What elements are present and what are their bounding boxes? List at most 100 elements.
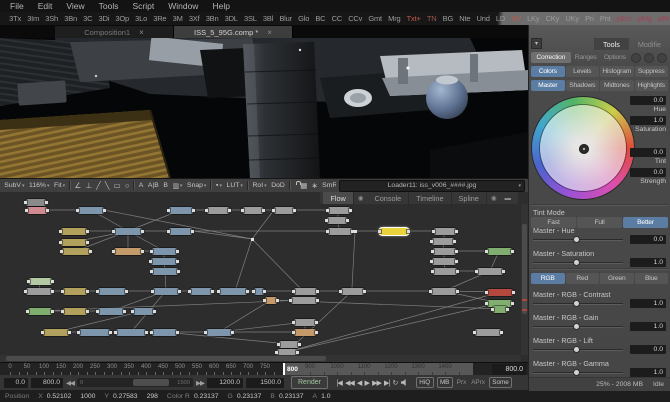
flow-node[interactable] [430,267,460,275]
menu-edit[interactable]: Edit [31,1,60,11]
tab-flow[interactable]: Flow [323,192,354,204]
tool-cc[interactable]: CC [328,14,345,23]
flow-node[interactable] [262,296,280,304]
section-option-icon[interactable] [657,53,667,63]
flow-node[interactable] [204,206,232,214]
flow-node[interactable] [291,328,319,336]
console-status-icon[interactable]: ◉ [354,194,368,202]
multiview-dropdown[interactable]: ▥ ▾ [170,182,185,190]
zoom-out-icon[interactable]: ◀◀ [66,379,75,387]
toggle-some[interactable]: Some [488,377,513,388]
play-button[interactable]: ▶ [363,379,371,387]
goto-start-button[interactable]: |◀ [335,379,343,387]
tool-3im[interactable]: 3Im [24,14,42,23]
flow-node[interactable] [111,247,145,255]
tool-uky[interactable]: UKy [562,14,582,23]
tool-3di[interactable]: 3Di [95,14,112,23]
composition-tab[interactable]: Composition1 × [55,26,174,38]
info-icon[interactable]: ◉ [487,194,501,202]
close-tab-icon[interactable]: × [139,28,144,37]
flow-node[interactable] [95,307,127,315]
normal-tool-icon[interactable]: ⊥ [83,181,94,190]
master-rgb-contrastfield[interactable]: 1.0 [630,299,666,308]
flow-node[interactable] [40,328,72,336]
tool-3xf[interactable]: 3Xf [186,14,203,23]
scrollbar-thumb[interactable] [6,356,326,361]
tool-3m[interactable]: 3M [170,14,186,23]
flow-node[interactable] [150,287,182,295]
tool-nte[interactable]: Nte [456,14,473,23]
tab-spline[interactable]: Spline [452,192,487,204]
buffer-a-button[interactable]: A [136,182,145,189]
tool-3re[interactable]: 3Re [150,14,169,23]
tab-timeline[interactable]: Timeline [409,192,452,204]
tool-gmt[interactable]: Gmt [365,14,385,23]
flow-node[interactable] [113,328,149,336]
flow-node[interactable] [75,328,113,336]
flow-node[interactable] [472,328,504,336]
flow-node[interactable] [148,328,180,336]
flow-node[interactable] [187,287,215,295]
fast-rewind-button[interactable]: ◀◀ [343,379,355,387]
flow-node[interactable] [166,206,196,214]
flow-node[interactable] [25,277,55,285]
slider-thumb[interactable] [573,346,580,353]
close-tab-icon[interactable]: × [267,28,272,37]
tool-sv[interactable]: SV [508,14,524,23]
audio-button[interactable] [400,379,406,386]
flow-node[interactable] [165,227,195,235]
flow-node[interactable] [276,340,302,348]
flow-node[interactable] [429,237,457,245]
strength-field[interactable]: 0.0 [630,168,666,177]
global-end-field[interactable]: 1500.0 [246,377,284,388]
viewer[interactable] [0,38,528,178]
channel-tab-red[interactable]: Red [565,273,599,284]
snap-dropdown[interactable]: Snap ▾ [185,182,209,189]
tool-pmg[interactable]: pMg [635,14,655,23]
tool-pem[interactable]: pEm [614,14,635,23]
tint-mode-better[interactable]: Better [623,217,668,228]
loop-button[interactable]: ↻ [391,379,399,387]
flow-node[interactable] [58,227,90,235]
flow-node[interactable] [483,247,515,255]
tool-3tx[interactable]: 3Tx [6,14,24,23]
fit-dropdown[interactable]: Fit ▾ [52,182,68,189]
tool-ccv[interactable]: CCv [345,14,365,23]
flow-node[interactable] [490,305,510,313]
render-end-field[interactable]: 1200.0 [207,377,243,388]
master-rgb-gainfield[interactable]: 1.0 [630,322,666,331]
range-tab-shadows[interactable]: Shadows [565,80,599,91]
panel-tab-modifie[interactable]: Modifie [629,38,670,50]
master-saturationfield[interactable]: 1.0 [630,258,666,267]
global-start-field[interactable]: 0.0 [4,377,28,388]
tool-blur[interactable]: Blur [276,14,295,23]
flow-node[interactable] [337,287,367,295]
current-frame-field[interactable]: 800.0 [492,364,526,375]
toggle-aprx[interactable]: APrx [470,379,486,386]
gain-gamma-icon[interactable]: ∗ [309,181,319,190]
toggle-hiq[interactable]: HiQ [415,377,434,388]
tint-field[interactable]: 0.0 [630,148,666,157]
tool-cky[interactable]: CKy [542,14,562,23]
tool-bg[interactable]: BG [440,14,457,23]
flow-node[interactable] [428,287,460,295]
subv-dropdown[interactable]: SubV ▾ [2,182,27,189]
tool-bc[interactable]: BC [312,14,328,23]
channel-dropdown[interactable]: ▪ ▾ [214,182,225,189]
flow-node[interactable] [60,287,90,295]
goto-end-button[interactable]: ▶| [382,379,390,387]
menu-tools[interactable]: Tools [92,1,126,11]
saturation-field[interactable]: 1.0 [630,116,666,125]
toggle-mb[interactable]: MB [436,377,453,388]
flow-node[interactable] [60,307,90,315]
flow-node[interactable] [95,287,129,295]
master-rgb-gammafield[interactable]: 1.0 [630,368,666,377]
slider-thumb[interactable] [573,369,580,376]
flow-node[interactable] [484,288,516,296]
flow-node[interactable] [288,296,320,304]
flow-node[interactable] [324,216,350,224]
channel-tab-rgb[interactable]: RGB [531,273,565,284]
guide-tool-icon[interactable]: ∠ [72,181,83,190]
tool-3sh[interactable]: 3Sh [42,14,61,23]
section-tab-ranges[interactable]: Ranges [572,52,600,63]
